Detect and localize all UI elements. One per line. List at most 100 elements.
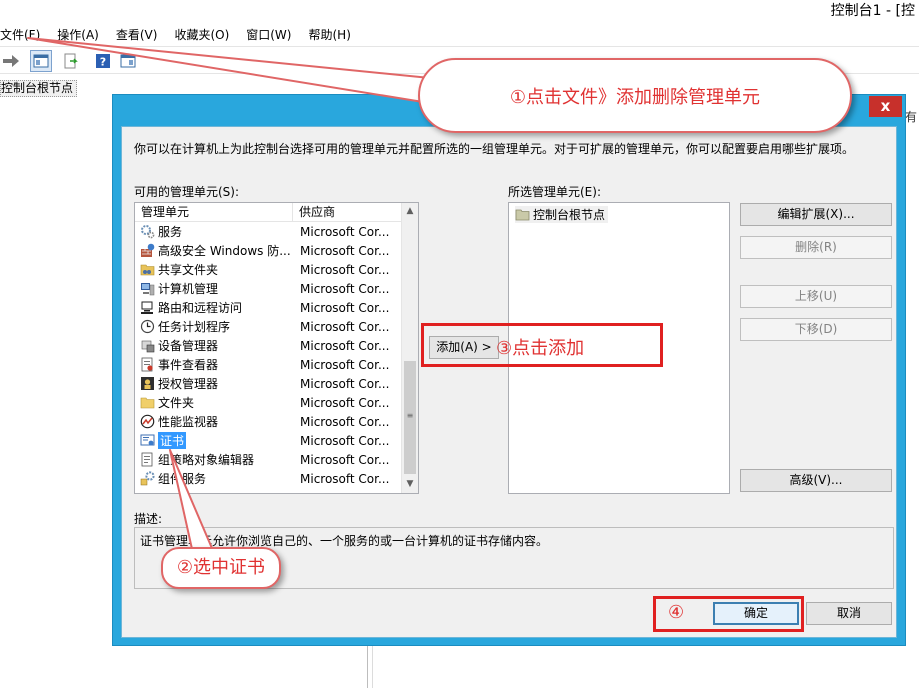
snapin-vendor: Microsoft Cor...: [300, 376, 390, 391]
table-row[interactable]: 高级安全 Windows 防... Microsoft Cor...: [135, 241, 401, 260]
snapin-vendor: Microsoft Cor...: [300, 338, 390, 353]
snapin-name-cell: 高级安全 Windows 防...: [135, 242, 293, 259]
routing-icon: [139, 300, 155, 316]
menu-help[interactable]: 帮助(H): [308, 24, 358, 46]
snapin-name-cell: 组件服务: [135, 470, 293, 487]
table-row[interactable]: 组件服务 Microsoft Cor...: [135, 469, 401, 488]
snapin-name: 共享文件夹: [158, 263, 219, 277]
column-header-snapin[interactable]: 管理单元: [135, 203, 293, 221]
table-row[interactable]: 证书 Microsoft Cor...: [135, 431, 401, 450]
snapin-name: 组策略对象编辑器: [158, 453, 255, 467]
pane-divider: [367, 640, 368, 688]
step2-text: ②选中证书: [176, 557, 266, 578]
edit-extensions-button[interactable]: 编辑扩展(X)...: [740, 203, 892, 226]
table-row[interactable]: 文件夹 Microsoft Cor...: [135, 393, 401, 412]
snapin-vendor: Microsoft Cor...: [300, 224, 390, 239]
authorization-icon: [139, 376, 155, 392]
snapin-name: 高级安全 Windows 防...: [158, 244, 291, 258]
list-header: 管理单元 供应商: [135, 203, 401, 222]
snapin-name-cell: 证书: [135, 432, 293, 449]
menu-view[interactable]: 查看(V): [116, 24, 166, 46]
menu-favorites[interactable]: 收藏夹(O): [174, 24, 237, 46]
snapin-name: 服务: [158, 225, 183, 239]
snapin-vendor: Microsoft Cor...: [300, 452, 390, 467]
snapin-name-cell: 计算机管理: [135, 280, 293, 297]
menu-bar: 文件(F) 操作(A) 查看(V) 收藏夹(O) 窗口(W) 帮助(H): [0, 24, 919, 46]
move-up-button[interactable]: 上移(U): [740, 285, 892, 308]
performance-icon: [139, 414, 155, 430]
table-row[interactable]: 事件查看器 Microsoft Cor...: [135, 355, 401, 374]
svg-text:?: ?: [100, 56, 106, 69]
snapin-vendor: Microsoft Cor...: [300, 357, 390, 372]
shared-folder-icon: [139, 262, 155, 278]
snapin-vendor: Microsoft Cor...: [300, 319, 390, 334]
help-icon[interactable]: ?: [92, 50, 114, 72]
forward-arrow-icon[interactable]: [0, 50, 22, 72]
snapin-vendor: Microsoft Cor...: [300, 281, 390, 296]
snapin-name: 组件服务: [158, 472, 207, 486]
scroll-up-arrow-icon[interactable]: ▲: [402, 203, 418, 220]
table-row[interactable]: 计算机管理 Microsoft Cor...: [135, 279, 401, 298]
table-row[interactable]: 共享文件夹 Microsoft Cor...: [135, 260, 401, 279]
menu-action[interactable]: 操作(A): [57, 24, 107, 46]
snapin-vendor: Microsoft Cor...: [300, 471, 390, 486]
list-item[interactable]: 控制台根节点: [515, 206, 609, 223]
table-row[interactable]: 授权管理器 Microsoft Cor...: [135, 374, 401, 393]
scrollbar-thumb[interactable]: ≡: [404, 361, 416, 474]
step3-text: ③点击添加: [496, 338, 585, 359]
description-label: 描述:: [134, 512, 163, 526]
column-header-vendor[interactable]: 供应商: [293, 203, 401, 221]
move-down-button[interactable]: 下移(D): [740, 318, 892, 341]
step4-text: ④: [668, 602, 685, 623]
pane-divider: [372, 640, 373, 688]
table-row[interactable]: 组策略对象编辑器 Microsoft Cor...: [135, 450, 401, 469]
device-manager-icon: [139, 338, 155, 354]
snapin-name: 路由和远程访问: [158, 301, 243, 315]
remove-button[interactable]: 删除(R): [740, 236, 892, 259]
menu-window[interactable]: 窗口(W): [246, 24, 299, 46]
menu-file[interactable]: 文件(F): [0, 24, 48, 46]
scroll-down-arrow-icon[interactable]: ▼: [402, 476, 418, 493]
snapin-rows: 服务 Microsoft Cor... 高级安全 Windows 防... Micro…: [135, 222, 401, 488]
console-root-node[interactable]: 控制台根节点: [0, 80, 78, 97]
snapin-name-cell: 任务计划程序: [135, 318, 293, 335]
show-action-pane-icon[interactable]: [117, 50, 139, 72]
show-hide-tree-icon[interactable]: [30, 50, 52, 72]
table-row[interactable]: 路由和远程访问 Microsoft Cor...: [135, 298, 401, 317]
snapin-name: 设备管理器: [158, 339, 219, 353]
snapin-name-cell: 文件夹: [135, 394, 293, 411]
snapin-name-cell: 共享文件夹: [135, 261, 293, 278]
snapin-name-cell: 性能监视器: [135, 413, 293, 430]
clock-icon: [139, 319, 155, 335]
cancel-button[interactable]: 取消: [806, 602, 892, 625]
table-row[interactable]: 服务 Microsoft Cor...: [135, 222, 401, 241]
firewall-icon: [139, 243, 155, 259]
table-row[interactable]: 任务计划程序 Microsoft Cor...: [135, 317, 401, 336]
snapin-vendor: Microsoft Cor...: [300, 395, 390, 410]
available-snapins-list[interactable]: 管理单元 供应商 服务 Microsoft Cor... 高级安全 Windows …: [134, 202, 419, 494]
table-row[interactable]: 设备管理器 Microsoft Cor...: [135, 336, 401, 355]
step1-text: ①点击文件》添加删除管理单元: [509, 86, 761, 108]
snapin-name: 授权管理器: [158, 377, 219, 391]
snapin-name-cell: 路由和远程访问: [135, 299, 293, 316]
snapin-name-cell: 组策略对象编辑器: [135, 451, 293, 468]
snapin-name: 计算机管理: [158, 282, 219, 296]
grip-icon: ≡: [406, 411, 414, 420]
snapin-name-cell: 授权管理器: [135, 375, 293, 392]
list-scrollbar[interactable]: ▲ ≡ ▼: [401, 203, 418, 493]
description-text: 证书管理单元允许你浏览自己的、一个服务的或一台计算机的证书存储内容。: [140, 534, 549, 548]
close-button[interactable]: x: [869, 96, 902, 117]
export-list-icon[interactable]: [60, 50, 82, 72]
computer-management-icon: [139, 281, 155, 297]
available-snapins-label: 可用的管理单元(S):: [134, 185, 240, 199]
snapin-name: 证书: [158, 432, 187, 449]
snapin-name-cell: 事件查看器: [135, 356, 293, 373]
gears-icon: [139, 224, 155, 240]
folder-icon: [139, 395, 155, 411]
table-row[interactable]: 性能监视器 Microsoft Cor...: [135, 412, 401, 431]
snapin-name: 性能监视器: [158, 415, 219, 429]
step2-callout: ②选中证书: [161, 547, 281, 589]
advanced-button[interactable]: 高级(V)...: [740, 469, 892, 492]
snapin-name: 文件夹: [158, 396, 195, 410]
dialog-intro-text: 你可以在计算机上为此控制台选择可用的管理单元并配置所选的一组管理单元。对于可扩展…: [134, 142, 855, 156]
